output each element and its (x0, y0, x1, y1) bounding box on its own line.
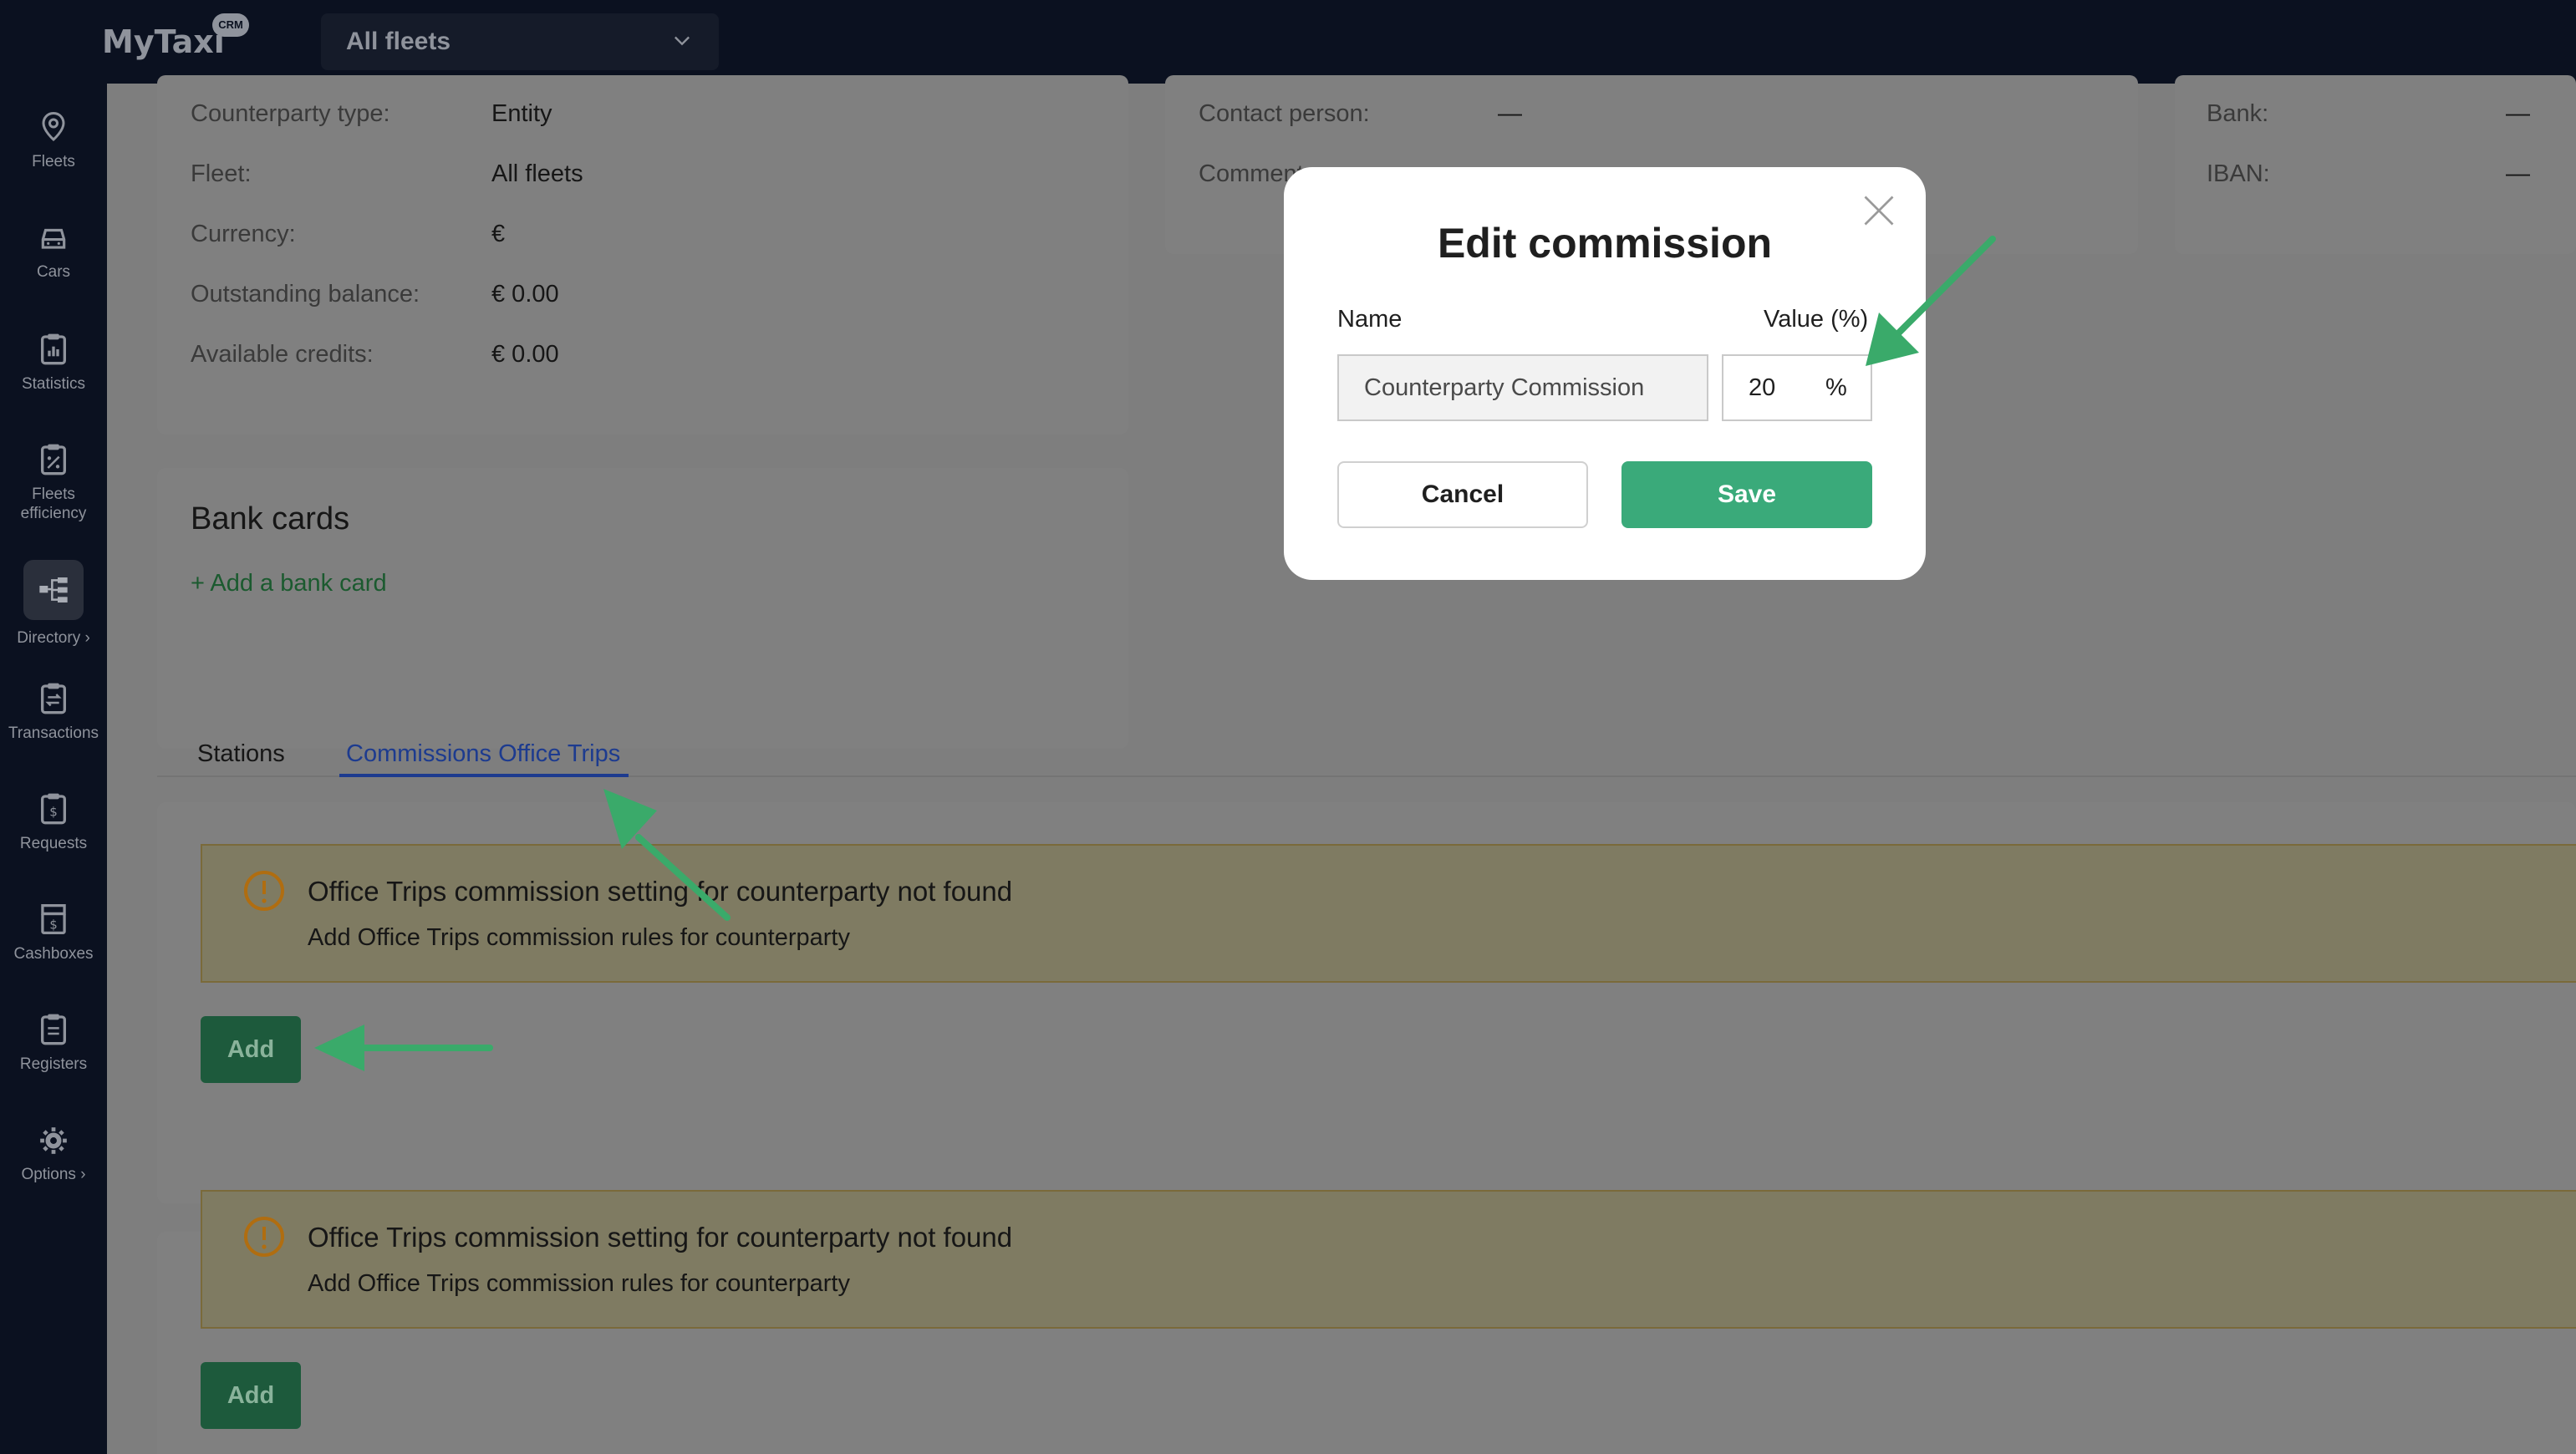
bank-value: — (2506, 100, 2530, 127)
sidebar-item-label: Transactions (8, 724, 99, 742)
gear-icon (40, 1127, 67, 1154)
car-icon (41, 228, 66, 249)
sidebar-item-label: Statistics (21, 375, 86, 393)
sidebar-item-label: Fleets (32, 153, 75, 170)
alert-not-found-2: Office Trips commission setting for coun… (201, 1190, 2576, 1329)
sidebar: Fleets Cars Statistics Fleets efficiency… (0, 84, 107, 1454)
alert-subtitle: Add Office Trips commission rules for co… (308, 1270, 850, 1297)
app-logo[interactable]: MyTaxi (102, 23, 225, 60)
alert-subtitle: Add Office Trips commission rules for co… (308, 924, 850, 951)
active-tab-underline (339, 774, 629, 777)
contact-person-label: Contact person: (1199, 100, 1370, 127)
outstanding-balance-label: Outstanding balance: (191, 281, 420, 308)
sidebar-item-label: Registers (19, 1055, 88, 1073)
cancel-button[interactable]: Cancel (1337, 461, 1588, 528)
percent-unit: % (1825, 374, 1847, 401)
sidebar-item-options[interactable]: Options › (0, 1125, 107, 1184)
chevron-right-icon: › (75, 1166, 86, 1183)
sidebar-item-label: Fleets efficiency (20, 486, 87, 522)
clipboard-transfer-icon (41, 683, 66, 714)
bank-label: Bank: (2207, 100, 2269, 127)
sidebar-item-label: Options (21, 1166, 76, 1183)
bank-cards-title: Bank cards (191, 501, 350, 536)
clipboard-dollar-icon: $ (41, 793, 66, 825)
svg-text:$: $ (49, 918, 57, 932)
name-field[interactable] (1337, 354, 1708, 421)
fleet-label: Fleet: (191, 160, 252, 187)
warning-icon (244, 871, 284, 911)
tab-stations[interactable]: Stations (197, 740, 285, 768)
sidebar-item-transactions[interactable]: Transactions (0, 682, 107, 743)
sidebar-item-requests[interactable]: $ Requests (0, 792, 107, 853)
outstanding-balance-value: € 0.00 (491, 281, 559, 308)
name-label: Name (1337, 306, 1403, 333)
top-bar: MyTaxi CRM All fleets (0, 0, 2576, 84)
available-credits-label: Available credits: (191, 341, 374, 368)
hierarchy-icon (39, 577, 68, 602)
sidebar-item-cashboxes[interactable]: $ Cashboxes (0, 902, 107, 963)
sidebar-item-statistics[interactable]: Statistics (0, 333, 107, 394)
currency-value: € (491, 221, 506, 247)
iban-value: — (2506, 160, 2530, 187)
active-indicator (23, 560, 84, 620)
available-credits-value: € 0.00 (491, 341, 559, 368)
counterparty-type-label: Counterparty type: (191, 100, 390, 127)
value-label: Value (%) (1764, 306, 1869, 333)
contact-person-value: — (1498, 100, 1522, 127)
crm-badge: CRM (212, 13, 249, 37)
value-input[interactable] (1723, 356, 1815, 419)
sidebar-item-directory[interactable]: Directory › (0, 560, 107, 648)
clipboard-list-icon (41, 1014, 66, 1045)
chevron-down-icon (675, 36, 690, 46)
sidebar-item-label: Cashboxes (13, 945, 94, 963)
add-bank-card-link[interactable]: + Add a bank card (191, 570, 387, 597)
alert-title: Office Trips commission setting for coun… (308, 876, 1013, 907)
clipboard-percent-icon (41, 444, 66, 475)
sidebar-item-registers[interactable]: Registers (0, 1013, 107, 1074)
counterparty-type-value: Entity (491, 100, 552, 127)
value-field[interactable]: % (1722, 354, 1872, 421)
svg-text:$: $ (49, 804, 58, 819)
warning-icon (244, 1217, 284, 1257)
edit-commission-modal: Edit commission Name Value (%) % Cancel … (1284, 167, 1926, 580)
sidebar-item-cars[interactable]: Cars (0, 222, 107, 282)
sidebar-item-fleets[interactable]: Fleets (0, 110, 107, 171)
currency-label: Currency: (191, 221, 296, 247)
fleet-select[interactable]: All fleets (321, 13, 719, 70)
cashbox-icon: $ (41, 904, 66, 934)
save-button[interactable]: Save (1621, 461, 1872, 528)
alert-title: Office Trips commission setting for coun… (308, 1222, 1013, 1253)
clipboard-chart-icon (41, 333, 66, 365)
fleet-value: All fleets (491, 160, 583, 187)
modal-title: Edit commission (1437, 220, 1773, 267)
tab-commissions-office-trips[interactable]: Commissions Office Trips (346, 740, 620, 768)
add-commission-button[interactable]: Add (201, 1016, 301, 1083)
iban-label: IBAN: (2207, 160, 2270, 187)
sidebar-item-label: Cars (36, 263, 71, 281)
location-pin-icon (42, 111, 65, 141)
sidebar-item-fleets-efficiency[interactable]: Fleets efficiency (0, 443, 107, 523)
sidebar-item-label: Requests (19, 835, 88, 852)
details-card (157, 75, 1128, 435)
chevron-right-icon: › (80, 629, 90, 647)
alert-not-found: Office Trips commission setting for coun… (201, 844, 2576, 983)
fleet-select-value: All fleets (346, 28, 451, 55)
sidebar-item-label: Directory (17, 629, 81, 647)
add-commission-button-2[interactable]: Add (201, 1362, 301, 1429)
